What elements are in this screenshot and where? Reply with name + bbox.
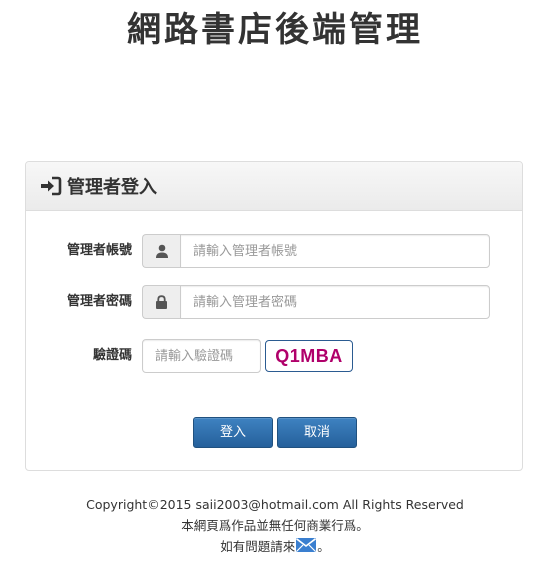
account-input-group xyxy=(142,234,490,268)
footer: Copyright©2015 saii2003@hotmail.com All … xyxy=(0,494,536,557)
cancel-button[interactable]: 取消 xyxy=(277,417,357,448)
contact-line: 如有問題請來 。 xyxy=(0,536,536,557)
lock-icon xyxy=(142,285,180,319)
password-label: 管理者密碼 xyxy=(66,294,132,309)
account-row: 管理者帳號 xyxy=(26,234,522,268)
captcha-text: Q1MBA xyxy=(275,345,343,366)
panel-title: 管理者登入 xyxy=(67,177,157,198)
password-input-group xyxy=(142,285,490,319)
contact-text: 如有問題請來 xyxy=(220,539,296,554)
page-title: 網路書店後端管理 xyxy=(127,10,423,50)
password-input[interactable] xyxy=(180,285,490,319)
captcha-label: 驗證碼 xyxy=(92,348,132,363)
password-row: 管理者密碼 xyxy=(26,285,522,319)
captcha-image[interactable]: Q1MBA xyxy=(265,340,353,372)
account-label: 管理者帳號 xyxy=(66,243,132,258)
account-input[interactable] xyxy=(180,234,490,268)
sign-in-icon xyxy=(40,176,62,196)
login-button[interactable]: 登入 xyxy=(193,417,273,448)
user-icon xyxy=(142,234,180,268)
contact-suffix: 。 xyxy=(317,539,330,554)
login-panel-heading: 管理者登入 xyxy=(26,162,522,211)
captcha-input[interactable] xyxy=(142,339,261,373)
login-panel: 管理者登入 管理者帳號 管理者密碼 驗證碼 xyxy=(25,161,523,471)
disclaimer-text: 本網頁爲作品並無任何商業行爲。 xyxy=(181,518,369,533)
mail-icon[interactable] xyxy=(295,537,317,553)
captcha-row: 驗證碼 Q1MBA xyxy=(26,339,522,373)
copyright-text: Copyright©2015 saii2003@hotmail.com All … xyxy=(86,497,464,512)
